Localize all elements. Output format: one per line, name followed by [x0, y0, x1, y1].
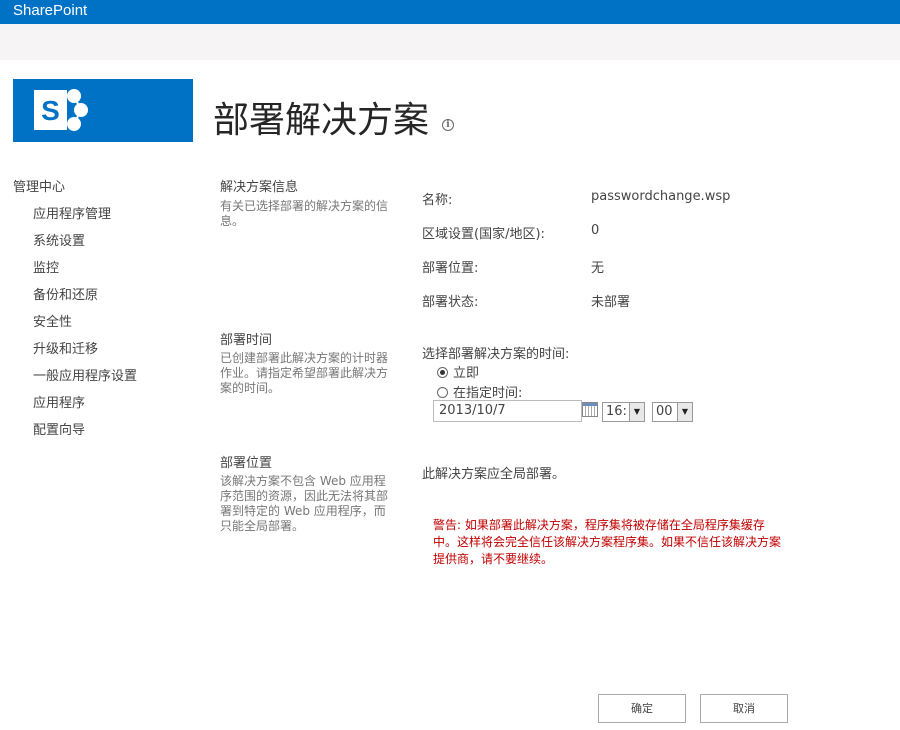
ok-button[interactable]: 确定: [598, 694, 686, 723]
svg-text:S: S: [41, 95, 60, 126]
cancel-button[interactable]: 取消: [700, 694, 788, 723]
name-label: 名称:: [422, 193, 453, 208]
deploy-time-prompt: 选择部署解决方案的时间:: [422, 347, 570, 362]
minute-select-value: 00: [656, 404, 673, 419]
deploy-time-title: 部署时间: [220, 333, 273, 348]
radio-button-now[interactable]: [437, 367, 448, 378]
chevron-down-icon: ▼: [677, 403, 692, 421]
deploy-time-description: 已创建部署此解决方案的计时器作业。请指定希望部署此解决方案的时间。: [220, 351, 389, 395]
radio-now-label: 立即: [453, 366, 480, 381]
nav-item-security[interactable]: 安全性: [33, 311, 72, 330]
deploy-location-description: 该解决方案不包含 Web 应用程序范围的资源，因此无法将其部署到特定的 Web …: [220, 474, 389, 533]
site-logo[interactable]: S: [13, 79, 193, 142]
name-value: passwordchange.wsp: [591, 189, 731, 204]
ribbon-bar: [0, 24, 900, 60]
radio-specific-time-label: 在指定时间:: [453, 386, 523, 401]
info-icon[interactable]: i: [442, 119, 454, 131]
deploy-location-title: 部署位置: [220, 456, 273, 471]
radio-now[interactable]: 立即: [437, 362, 479, 381]
gac-warning-text: 警告: 如果部署此解决方案，程序集将被存储在全局程序集缓存中。这样将会完全信任该…: [433, 518, 782, 566]
nav-item-upgrade-migration[interactable]: 升级和迁移: [33, 338, 98, 357]
nav-item-monitoring[interactable]: 监控: [33, 257, 59, 276]
radio-specific-time[interactable]: 在指定时间:: [437, 382, 522, 401]
nav-item-config-wizards[interactable]: 配置向导: [33, 419, 85, 438]
chevron-down-icon: ▼: [629, 403, 644, 421]
date-input[interactable]: 2013/10/7: [433, 400, 582, 422]
deployed-to-value: 无: [591, 261, 605, 276]
minute-select[interactable]: 00 ▼: [652, 402, 693, 422]
calendar-icon[interactable]: [582, 402, 598, 417]
locale-value: 0: [591, 223, 600, 238]
deploy-status-value: 未部署: [591, 295, 631, 310]
deploy-status-label: 部署状态:: [422, 295, 479, 310]
page-title: 部署解决方案: [213, 100, 430, 141]
solution-info-title: 解决方案信息: [220, 180, 299, 195]
locale-label: 区域设置(国家/地区):: [422, 227, 545, 242]
sharepoint-logo-icon: S: [34, 89, 88, 131]
nav-item-system-settings[interactable]: 系统设置: [33, 230, 85, 249]
solution-info-description: 有关已选择部署的解决方案的信息。: [220, 199, 389, 228]
nav-item-app-management[interactable]: 应用程序管理: [33, 203, 111, 222]
hour-select-value: 16:: [606, 404, 627, 419]
nav-item-backup-restore[interactable]: 备份和还原: [33, 284, 98, 303]
nav-item-apps[interactable]: 应用程序: [33, 392, 85, 411]
nav-item-general-app-settings[interactable]: 一般应用程序设置: [33, 365, 137, 384]
sharepoint-brand-link[interactable]: SharePoint: [13, 2, 87, 19]
global-deploy-note: 此解决方案应全局部署。: [422, 467, 566, 482]
suite-bar: SharePoint: [0, 0, 900, 24]
hour-select[interactable]: 16: ▼: [602, 402, 645, 422]
radio-button-specific-time[interactable]: [437, 387, 448, 398]
nav-item-central-admin[interactable]: 管理中心: [13, 176, 65, 195]
deployed-to-label: 部署位置:: [422, 261, 479, 276]
